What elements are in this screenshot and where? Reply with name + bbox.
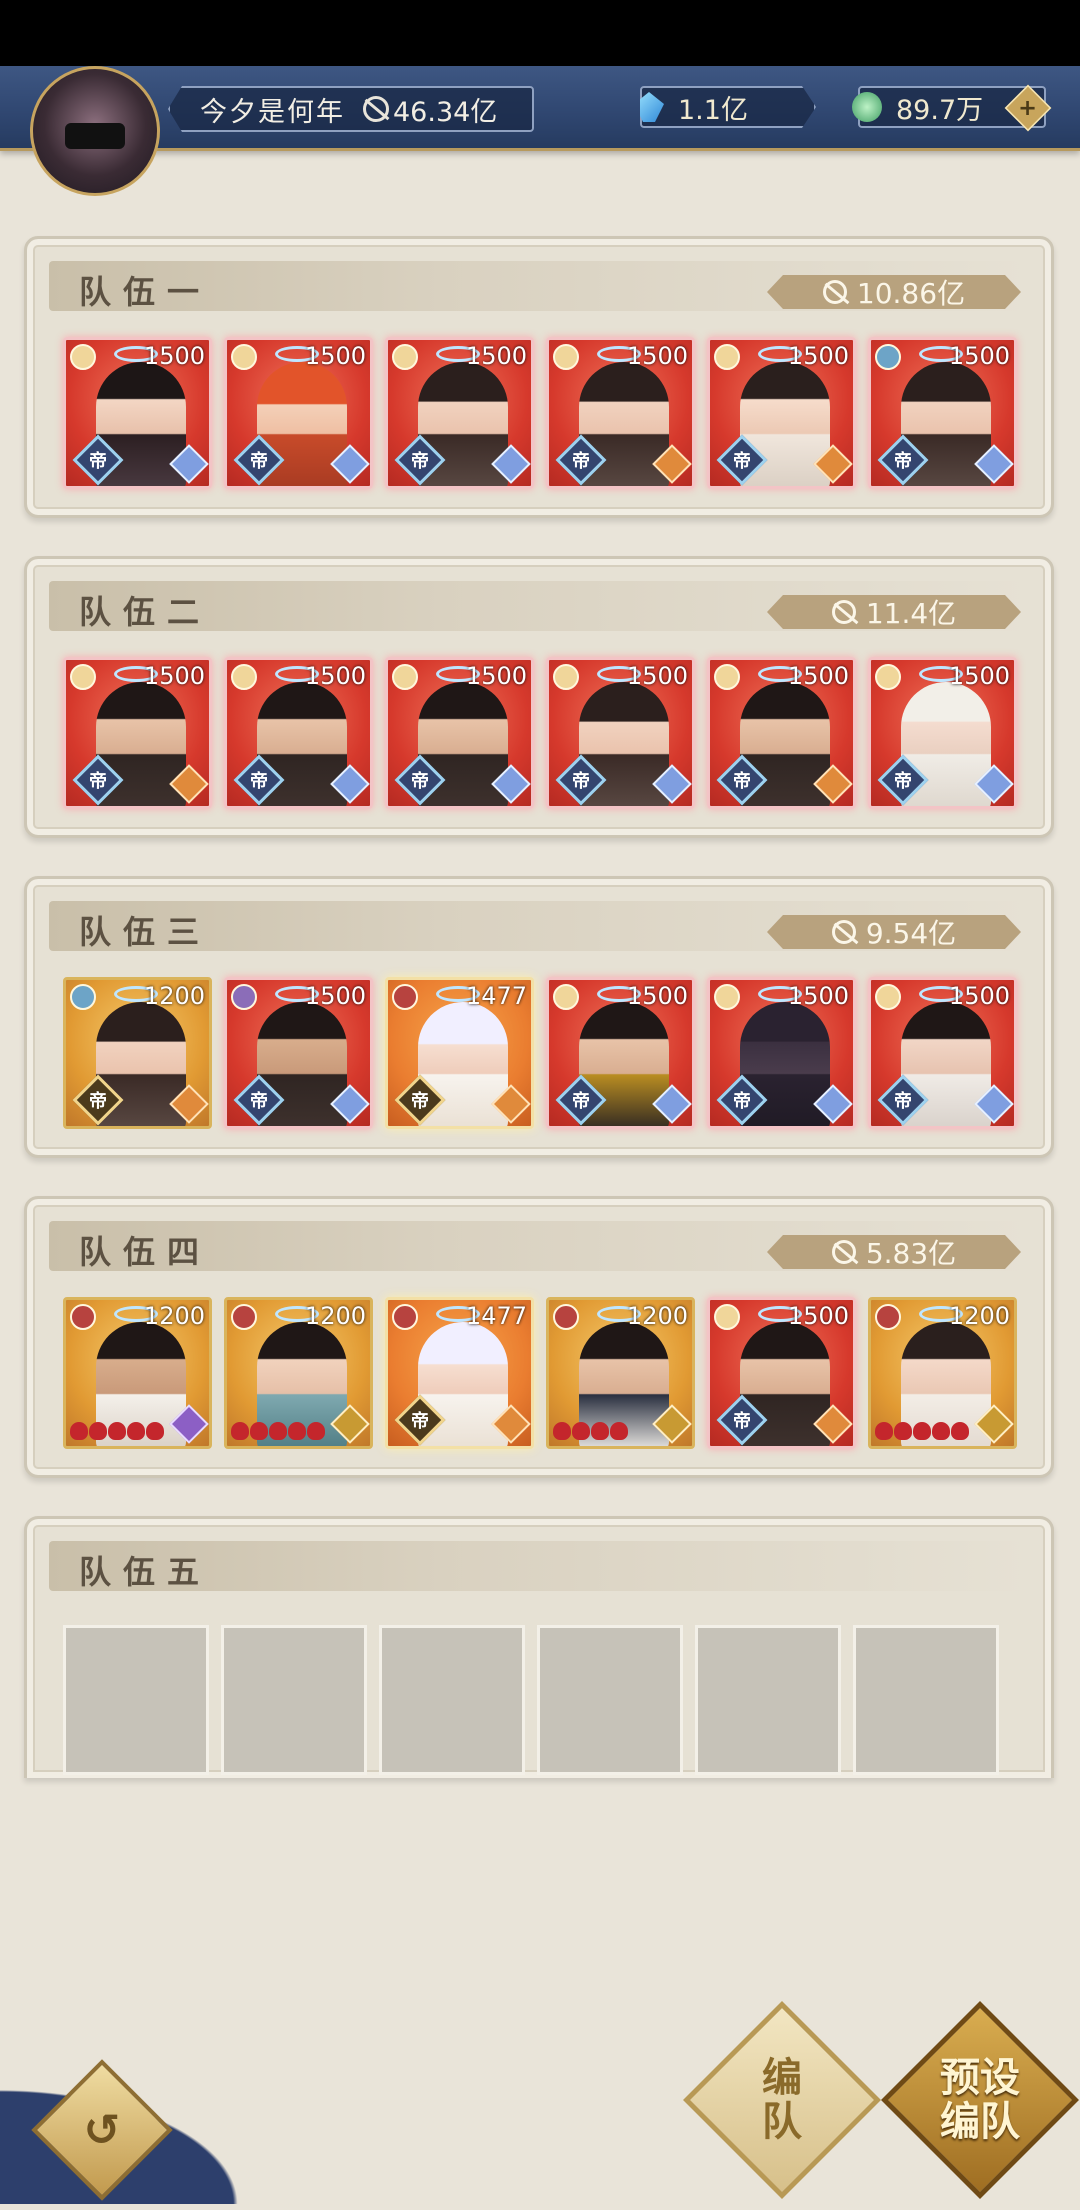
hero-card[interactable]: 1477 帝: [385, 977, 534, 1129]
team-panel-2: 队伍二 11.4亿 1500 帝 1500 帝 1500 帝 1500 帝 1500 帝 …: [24, 556, 1054, 838]
hero-card[interactable]: 1500 帝: [224, 977, 373, 1129]
hero-card[interactable]: 1500 帝: [707, 977, 856, 1129]
team-power: 5.83亿: [767, 1235, 1021, 1269]
hero-card[interactable]: 1200: [868, 1297, 1017, 1449]
star-hearts: [553, 1422, 628, 1440]
hero-card[interactable]: 1500 帝: [385, 337, 534, 489]
team-panel-3: 队伍三 9.54亿 1200 帝 1500 帝 1477 帝 1500 帝 1500 帝 …: [24, 876, 1054, 1158]
empty-slot[interactable]: [695, 1625, 841, 1775]
back-arrow-icon: ↺: [83, 2104, 121, 2156]
preset-team-button[interactable]: 预设 编队: [881, 2001, 1079, 2199]
hero-card[interactable]: 1500 帝: [546, 657, 695, 809]
empty-slot[interactable]: [63, 1625, 209, 1775]
hero-card[interactable]: 1500 帝: [707, 337, 856, 489]
edit-team-label: 编 队: [762, 2054, 802, 2145]
power-icon: [832, 600, 856, 624]
hero-card[interactable]: 1500 帝: [868, 337, 1017, 489]
star-hearts: [875, 1422, 969, 1440]
hero-card[interactable]: 1500 帝: [63, 337, 212, 489]
hero-card[interactable]: 1200 帝: [63, 977, 212, 1129]
status-bar: [0, 0, 1080, 66]
team-panel-1: 队伍一 10.86亿 1500 帝 1500 帝 1500 帝 1500 帝 1500 帝…: [24, 236, 1054, 518]
power-icon: [832, 920, 856, 944]
hero-card[interactable]: 1500 帝: [868, 977, 1017, 1129]
preset-team-label: 预设 编队: [940, 2054, 1020, 2145]
jade-icon: [852, 92, 882, 122]
hero-card[interactable]: 1200: [63, 1297, 212, 1449]
hero-card[interactable]: 1500 帝: [546, 337, 695, 489]
power-icon: [832, 1240, 856, 1264]
power-icon: [823, 280, 847, 304]
team-title: 队伍一: [79, 273, 212, 311]
hero-card[interactable]: 1477 帝: [385, 1297, 534, 1449]
hero-card[interactable]: 1500 帝: [707, 657, 856, 809]
empty-slot[interactable]: [537, 1625, 683, 1775]
player-power: 46.34亿: [363, 90, 497, 129]
team-power: 9.54亿: [767, 915, 1021, 949]
team-power: 11.4亿: [767, 595, 1021, 629]
edit-team-button[interactable]: 编 队: [683, 2001, 881, 2199]
hero-card[interactable]: 1500 帝: [385, 657, 534, 809]
team-title: 队伍五: [79, 1553, 212, 1591]
crystal-currency: 1.1亿: [640, 86, 816, 128]
hero-card[interactable]: 1200: [546, 1297, 695, 1449]
player-avatar[interactable]: [30, 66, 160, 196]
hero-card[interactable]: 1500 帝: [63, 657, 212, 809]
empty-slot[interactable]: [853, 1625, 999, 1775]
star-hearts: [231, 1422, 325, 1440]
hero-card[interactable]: 1500 帝: [224, 657, 373, 809]
team-panel-5: 队伍五: [24, 1516, 1054, 1778]
player-info-pill[interactable]: 今夕是何年 46.34亿: [168, 86, 534, 132]
player-power-value: 46.34亿: [393, 96, 498, 128]
hero-card[interactable]: 1500 帝: [546, 977, 695, 1129]
hero-card[interactable]: 1500 帝: [868, 657, 1017, 809]
hero-card[interactable]: 1500 帝: [707, 1297, 856, 1449]
team-title: 队伍三: [79, 913, 212, 951]
team-power: 10.86亿: [767, 275, 1021, 309]
empty-slot[interactable]: [221, 1625, 367, 1775]
team-panel-4: 队伍四 5.83亿 1200 1200 1477 帝 1200 1500 帝 120…: [24, 1196, 1054, 1478]
hero-card[interactable]: 1200: [224, 1297, 373, 1449]
team-title: 队伍二: [79, 593, 212, 631]
jade-value: 89.7万: [896, 94, 984, 126]
team-title: 队伍四: [79, 1233, 212, 1271]
player-name: 今夕是何年: [200, 96, 345, 128]
empty-slot[interactable]: [379, 1625, 525, 1775]
hero-card[interactable]: 1500 帝: [224, 337, 373, 489]
star-hearts: [70, 1422, 164, 1440]
power-icon: [363, 96, 389, 122]
crystal-value: 1.1亿: [678, 94, 748, 126]
